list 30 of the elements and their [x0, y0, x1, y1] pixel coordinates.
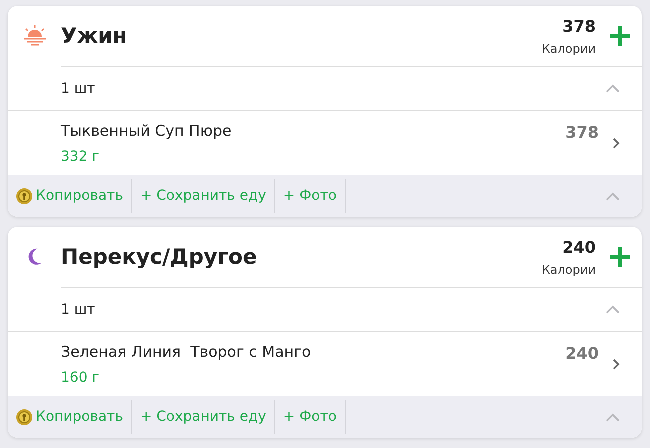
chevron-icon[interactable] [606, 192, 620, 200]
chevron-icon [613, 138, 620, 148]
serving-label[interactable]: 1 шт [61, 80, 96, 96]
food-amount: 332 г [61, 148, 101, 164]
calorie-total: 378 [562, 16, 596, 36]
moon-icon [26, 248, 42, 266]
chevron-icon [613, 358, 620, 370]
action-button[interactable]: + Фото [275, 400, 346, 434]
chevron-icon[interactable] [606, 84, 620, 93]
action-button[interactable]: + Фото [275, 179, 346, 213]
chevron-icon[interactable] [606, 305, 620, 314]
food-name: Тыквенный Суп Пюре [61, 122, 233, 140]
sunset-icon [22, 25, 46, 47]
chevron-icon[interactable] [606, 412, 620, 422]
serving-label[interactable]: 1 шт [61, 302, 96, 318]
meal-title: Перекус/Другое [61, 245, 258, 269]
calorie-label: Калории [542, 42, 596, 56]
coin-icon [16, 188, 33, 204]
food-name: Зеленая Линия Творог с Манго [61, 342, 312, 360]
action-button[interactable]: + Сохранить еду [132, 179, 276, 213]
food-amount: 160 г [61, 370, 101, 386]
food-calories: 378 [566, 123, 599, 142]
food-calories: 240 [566, 344, 599, 363]
copy-button[interactable]: Копировать [8, 179, 132, 213]
action-button[interactable]: + Сохранить еду [132, 400, 276, 434]
copy-button[interactable]: Копировать [8, 400, 132, 434]
calorie-total: 240 [562, 238, 596, 256]
calorie-label: Калории [542, 262, 596, 276]
meal-title: Ужин [61, 24, 128, 48]
coin-icon [16, 408, 33, 426]
